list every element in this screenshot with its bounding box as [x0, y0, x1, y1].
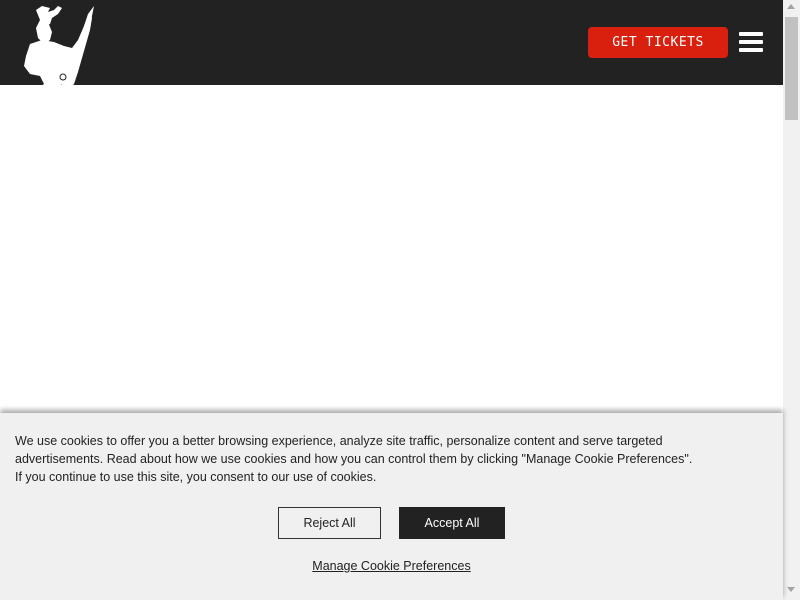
menu-bar-top — [739, 32, 763, 36]
cookie-consent-banner: We use cookies to offer you a better bro… — [0, 413, 783, 600]
scrollbar-thumb[interactable] — [785, 17, 798, 120]
scroll-down-arrow-icon[interactable] — [787, 587, 795, 592]
site-header: GET TICKETS — [0, 0, 783, 85]
cookie-notice-text: We use cookies to offer you a better bro… — [15, 432, 715, 486]
reject-all-button[interactable]: Reject All — [278, 507, 381, 539]
scroll-up-arrow-icon[interactable] — [787, 4, 795, 9]
bucking-horse-rider-logo-icon[interactable] — [20, 4, 96, 112]
cookie-text-line-2: advertisements. Read about how we use co… — [15, 452, 693, 466]
get-tickets-button[interactable]: GET TICKETS — [588, 27, 728, 58]
manage-cookie-preferences-link[interactable]: Manage Cookie Preferences — [312, 559, 470, 573]
main-content — [0, 85, 783, 415]
cookie-text-line-3: If you continue to use this site, you co… — [15, 470, 377, 484]
vertical-scrollbar[interactable] — [783, 0, 800, 600]
menu-bar-bottom — [739, 48, 763, 52]
accept-all-button[interactable]: Accept All — [399, 507, 505, 539]
page: GET TICKETS We use cookies to offer you … — [0, 0, 800, 600]
menu-bar-middle — [739, 40, 763, 44]
cookie-text-line-1: We use cookies to offer you a better bro… — [15, 434, 663, 448]
hamburger-menu-icon[interactable] — [738, 30, 764, 54]
manage-cookie-preferences-container: Manage Cookie Preferences — [0, 559, 783, 573]
